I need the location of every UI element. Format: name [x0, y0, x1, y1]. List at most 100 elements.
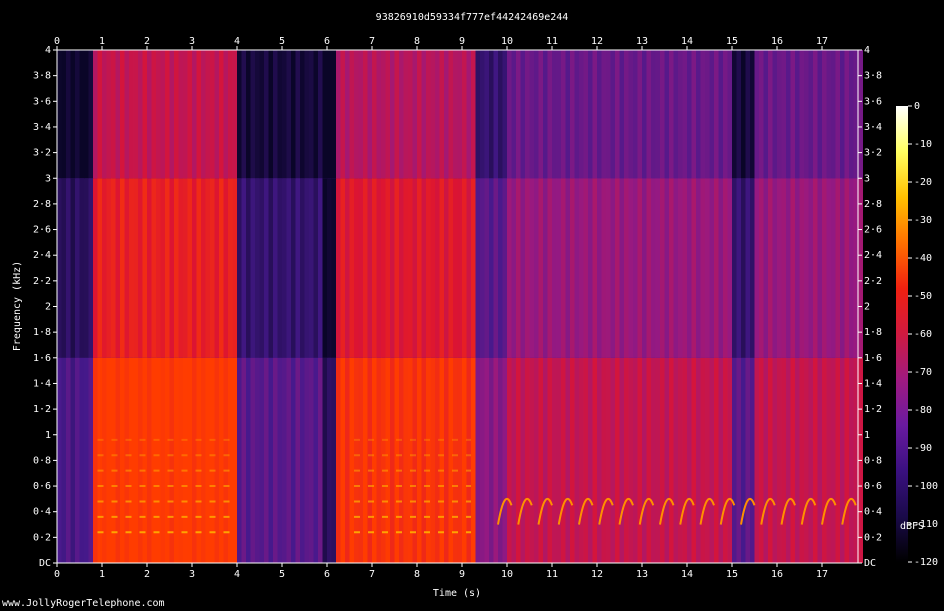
- x-tick-label-top: 14: [681, 36, 693, 47]
- y-tick-label-right: 0·4: [864, 507, 882, 518]
- y-tick-label-right: 3·4: [864, 122, 882, 133]
- x-tick-label-top: 10: [501, 36, 513, 47]
- colorbar-ticks: 0-10-20-30-40-50-60-70-80-90-100-110-120: [908, 101, 938, 568]
- y-tick-label-right: 3·6: [864, 96, 882, 107]
- x-axis-label: Time (s): [433, 588, 481, 599]
- colorbar-tick-label: -30: [914, 215, 932, 226]
- x-tick-label-top: 6: [324, 36, 330, 47]
- y-tick-label: DC: [39, 558, 51, 569]
- colorbar-tick-label: -70: [914, 367, 932, 378]
- x-tick-label: 12: [591, 569, 603, 580]
- y-tick-label: 1·8: [33, 327, 51, 338]
- colorbar: [896, 106, 908, 562]
- y-tick-label: 0·4: [33, 507, 51, 518]
- y-tick-label-right: 2·8: [864, 199, 882, 210]
- y-tick-label: 0·2: [33, 532, 51, 543]
- y-tick-label: 1: [45, 430, 51, 441]
- x-tick-label: 10: [501, 569, 513, 580]
- x-tick-label-top: 0: [54, 36, 60, 47]
- x-tick-label-top: 8: [414, 36, 420, 47]
- y-axis-left: DC 0·2 0·4 0·6 0·8 1 1·2 1·4 1·6 1·8 2 2·2 2·4 2·6 2·8…: [33, 45, 57, 569]
- y-tick-label-right: 3: [864, 173, 870, 184]
- y-tick-label-right: 1: [864, 430, 870, 441]
- x-tick-label-top: 2: [144, 36, 150, 47]
- colorbar-label: dBFS: [900, 521, 924, 532]
- y-tick-label-right: 2·2: [864, 276, 882, 287]
- y-tick-label: 0·8: [33, 455, 51, 466]
- y-axis-label: Frequency (kHz): [12, 261, 23, 351]
- colorbar-tick-label: -60: [914, 329, 932, 340]
- x-tick-label: 9: [459, 569, 465, 580]
- y-tick-label-right: 0·6: [864, 481, 882, 492]
- x-tick-label: 15: [726, 569, 738, 580]
- y-tick-label-right: 2·6: [864, 225, 882, 236]
- y-tick-label: 3·2: [33, 148, 51, 159]
- y-tick-label: 2·2: [33, 276, 51, 287]
- x-axis-top: 0 1 2 3 4 5 6 7 8 9 10 11 12 13 14 15 16 17: [54, 36, 828, 50]
- colorbar-tick-label: -80: [914, 405, 932, 416]
- x-tick-label-top: 3: [189, 36, 195, 47]
- watermark-text: www.JollyRogerTelephone.com: [2, 598, 165, 609]
- x-tick-label-top: 15: [726, 36, 738, 47]
- x-tick-label: 14: [681, 569, 693, 580]
- x-tick-label-top: 9: [459, 36, 465, 47]
- x-tick-label: 0: [54, 569, 60, 580]
- x-tick-label: 8: [414, 569, 420, 580]
- spectrogram-chart: 93826910d59334f777ef44242469e244 0123456…: [12, 12, 938, 599]
- y-tick-label-right: 3·2: [864, 148, 882, 159]
- x-tick-label-top: 16: [771, 36, 783, 47]
- x-tick-label: 7: [369, 569, 375, 580]
- x-tick-label: 2: [144, 569, 150, 580]
- y-tick-label: 1·6: [33, 353, 51, 364]
- x-tick-label: 6: [324, 569, 330, 580]
- y-tick-label-right: 1·4: [864, 378, 882, 389]
- y-tick-label-right: 2: [864, 302, 870, 313]
- y-tick-label-right: 4: [864, 45, 870, 56]
- y-tick-label: 2: [45, 302, 51, 313]
- y-tick-label-right: DC: [864, 558, 876, 569]
- y-tick-label: 3: [45, 173, 51, 184]
- spectrogram-image: [57, 50, 863, 563]
- y-tick-label: 3·6: [33, 96, 51, 107]
- y-tick-label: 0·6: [33, 481, 51, 492]
- colorbar-tick-label: -20: [914, 177, 932, 188]
- colorbar-tick-label: -40: [914, 253, 932, 264]
- x-tick-label: 11: [546, 569, 558, 580]
- colorbar-tick-label: -90: [914, 443, 932, 454]
- y-tick-label-right: 1·2: [864, 404, 882, 415]
- x-axis-bottom: 0 1 2 3 4 5 6 7 8 9 10 11 12 13 14 15 16 17: [54, 563, 828, 580]
- y-tick-label: 2·8: [33, 199, 51, 210]
- colorbar-tick-label: -10: [914, 139, 932, 150]
- y-tick-label: 3·8: [33, 71, 51, 82]
- x-tick-label: 1: [99, 569, 105, 580]
- y-tick-label-right: 1·6: [864, 353, 882, 364]
- x-tick-label: 5: [279, 569, 285, 580]
- y-tick-label: 2·4: [33, 250, 51, 261]
- y-tick-label: 3·4: [33, 122, 51, 133]
- x-tick-label-top: 4: [234, 36, 240, 47]
- y-tick-label-right: 0·2: [864, 532, 882, 543]
- x-tick-label-top: 12: [591, 36, 603, 47]
- y-tick-label-right: 2·4: [864, 250, 882, 261]
- y-tick-label: 1·2: [33, 404, 51, 415]
- chart-title: 93826910d59334f777ef44242469e244: [376, 12, 569, 23]
- x-tick-label: 13: [636, 569, 648, 580]
- y-tick-label-right: 3·8: [864, 71, 882, 82]
- colorbar-tick-label: -50: [914, 291, 932, 302]
- colorbar-tick-label: -100: [914, 481, 938, 492]
- x-tick-label-top: 17: [816, 36, 828, 47]
- colorbar-tick-label: -120: [914, 557, 938, 568]
- x-tick-label: 4: [234, 569, 240, 580]
- x-tick-label: 16: [771, 569, 783, 580]
- colorbar-tick-label: 0: [914, 101, 920, 112]
- x-tick-label-top: 7: [369, 36, 375, 47]
- x-tick-label-top: 5: [279, 36, 285, 47]
- y-tick-label: 1·4: [33, 378, 51, 389]
- x-tick-label: 17: [816, 569, 828, 580]
- x-tick-label-top: 13: [636, 36, 648, 47]
- y-tick-label: 2·6: [33, 225, 51, 236]
- x-tick-label: 3: [189, 569, 195, 580]
- y-tick-label-right: 0·8: [864, 455, 882, 466]
- y-tick-label: 4: [45, 45, 51, 56]
- x-tick-label-top: 1: [99, 36, 105, 47]
